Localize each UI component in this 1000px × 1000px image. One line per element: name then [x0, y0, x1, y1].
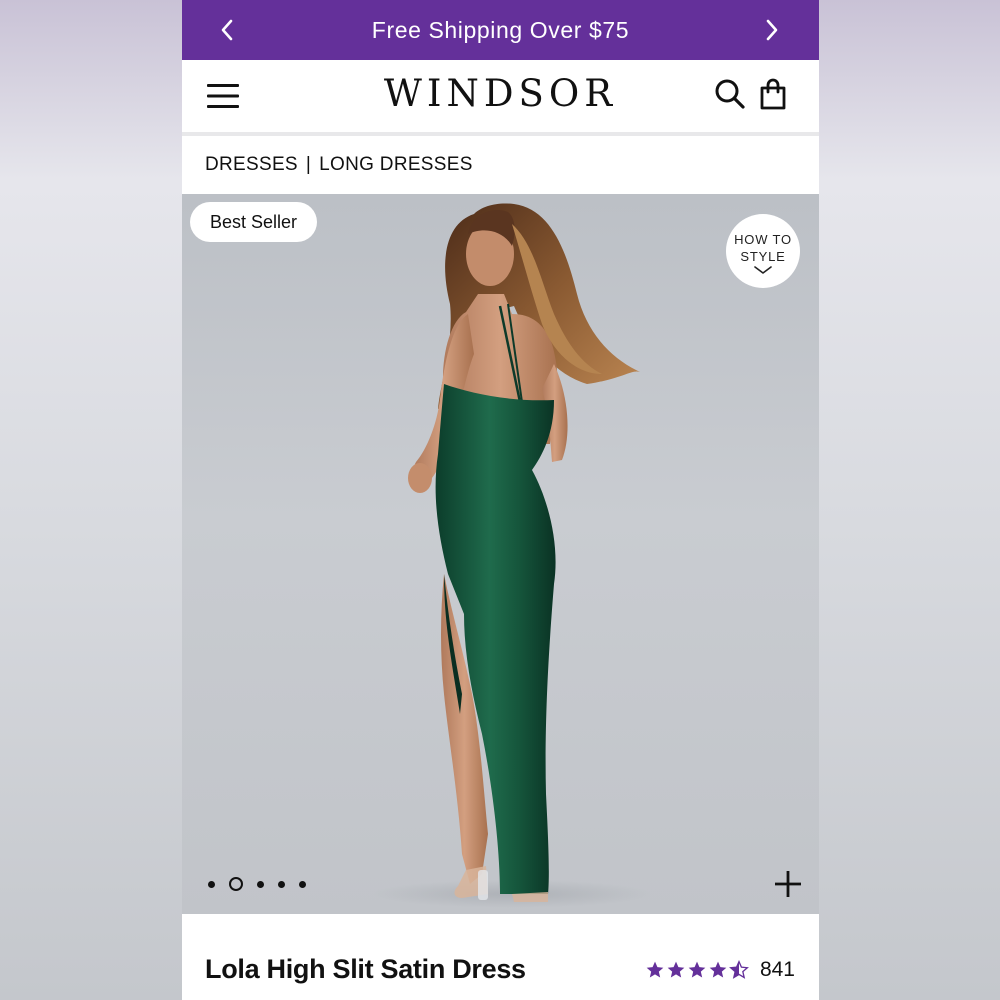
chevron-right-icon [766, 19, 778, 41]
search-button[interactable] [714, 77, 746, 111]
how-to-style-label-line1: HOW TO [734, 232, 792, 247]
breadcrumb-item-long-dresses[interactable]: LONG DRESSES [319, 154, 473, 176]
image-pagination [208, 876, 320, 892]
plus-icon [775, 871, 801, 897]
shopping-bag-icon [760, 78, 786, 110]
chevron-down-icon [754, 266, 772, 274]
breadcrumb-separator: | [305, 154, 312, 175]
search-icon [715, 79, 745, 109]
star-full-icon [688, 961, 706, 978]
product-info: Lola High Slit Satin Dress 841 [182, 914, 819, 1000]
star-full-icon [667, 961, 685, 978]
how-to-style-button[interactable]: HOW TO STYLE [726, 214, 800, 288]
promo-text[interactable]: Free Shipping Over $75 [372, 17, 629, 44]
how-to-style-label-line2: STYLE [740, 249, 786, 264]
product-image-gallery[interactable]: Best Seller HOW TO STYLE [182, 194, 819, 914]
pagination-dot-2[interactable] [229, 877, 243, 891]
review-count[interactable]: 841 [760, 958, 795, 982]
pagination-dot-3[interactable] [257, 880, 264, 888]
product-title: Lola High Slit Satin Dress [205, 954, 526, 984]
cart-button[interactable] [758, 77, 788, 111]
product-photo [372, 203, 652, 908]
star-half-icon [729, 960, 749, 979]
breadcrumb: DRESSES | LONG DRESSES [182, 136, 819, 194]
chevron-left-icon [221, 19, 233, 41]
product-rating[interactable]: 841 [645, 958, 795, 982]
site-header: WINDSOR [182, 60, 819, 136]
promo-prev-button[interactable] [202, 0, 252, 60]
rating-stars [645, 960, 750, 980]
breadcrumb-item-dresses[interactable]: DRESSES [205, 154, 298, 176]
pagination-dot-4[interactable] [278, 880, 285, 888]
best-seller-badge: Best Seller [190, 202, 318, 242]
promo-bar: Free Shipping Over $75 [182, 0, 819, 60]
star-full-icon [646, 961, 664, 978]
promo-next-button[interactable] [747, 0, 797, 60]
expand-image-button[interactable] [773, 869, 803, 899]
product-page: Free Shipping Over $75 WINDSOR DRESSES |… [182, 0, 819, 1000]
pagination-dot-1[interactable] [208, 880, 215, 888]
star-full-icon [709, 961, 727, 978]
pagination-dot-5[interactable] [299, 880, 306, 888]
